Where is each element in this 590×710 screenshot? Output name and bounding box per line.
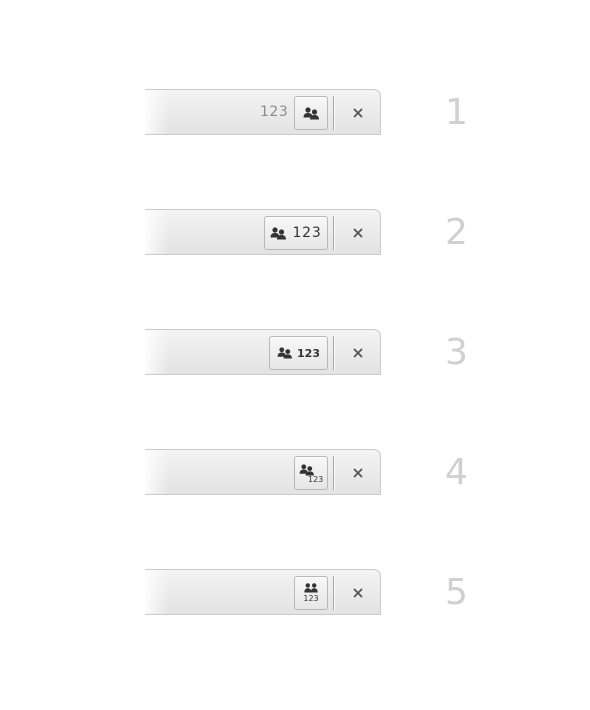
toolbar-fade [145, 570, 169, 614]
variant-number: 1 [445, 92, 468, 133]
participants-button[interactable]: 123 [294, 576, 328, 610]
variant-number: 2 [445, 212, 468, 253]
variant-4: 123 4 [0, 449, 590, 509]
chat-toolbar: 123 [145, 89, 381, 135]
participant-count: 123 [308, 475, 324, 484]
toolbar-separator [333, 576, 334, 610]
toolbar-separator [333, 96, 334, 130]
variant-1: 123 1 [0, 89, 590, 149]
variant-5: 123 5 [0, 569, 590, 629]
toolbar-fade [145, 210, 169, 254]
close-icon [353, 108, 363, 118]
close-icon [353, 348, 363, 358]
participants-button[interactable]: 123 [269, 336, 328, 370]
variant-3: 123 3 [0, 329, 590, 389]
toolbar-fade [145, 90, 169, 134]
variant-number: 3 [445, 332, 468, 373]
variant-2: 123 2 [0, 209, 590, 269]
variant-number: 4 [445, 452, 468, 493]
close-button[interactable] [345, 460, 371, 486]
participants-button[interactable] [294, 96, 328, 130]
close-button[interactable] [345, 580, 371, 606]
chat-toolbar: 123 [145, 449, 381, 495]
close-icon [353, 468, 363, 478]
chat-toolbar: 123 [145, 569, 381, 615]
toolbar-separator [333, 216, 334, 250]
close-button[interactable] [345, 100, 371, 126]
chat-toolbar: 123 [145, 209, 381, 255]
participant-count: 123 [303, 594, 319, 603]
close-button[interactable] [345, 220, 371, 246]
close-icon [353, 228, 363, 238]
users-icon [270, 226, 287, 240]
users-icon [304, 583, 318, 593]
toolbar-separator [333, 456, 334, 490]
chat-toolbar: 123 [145, 329, 381, 375]
participant-count: 123 [297, 346, 320, 360]
close-button[interactable] [345, 340, 371, 366]
close-icon [353, 588, 363, 598]
toolbar-fade [145, 330, 169, 374]
users-icon [303, 106, 320, 120]
participants-button[interactable]: 123 [264, 216, 328, 250]
participant-count: 123 [292, 225, 322, 241]
variant-number: 5 [445, 572, 468, 613]
toolbar-separator [333, 336, 334, 370]
toolbar-fade [145, 450, 169, 494]
participants-button[interactable]: 123 [294, 456, 328, 490]
participant-count: 123 [260, 104, 289, 120]
users-icon [277, 347, 293, 359]
